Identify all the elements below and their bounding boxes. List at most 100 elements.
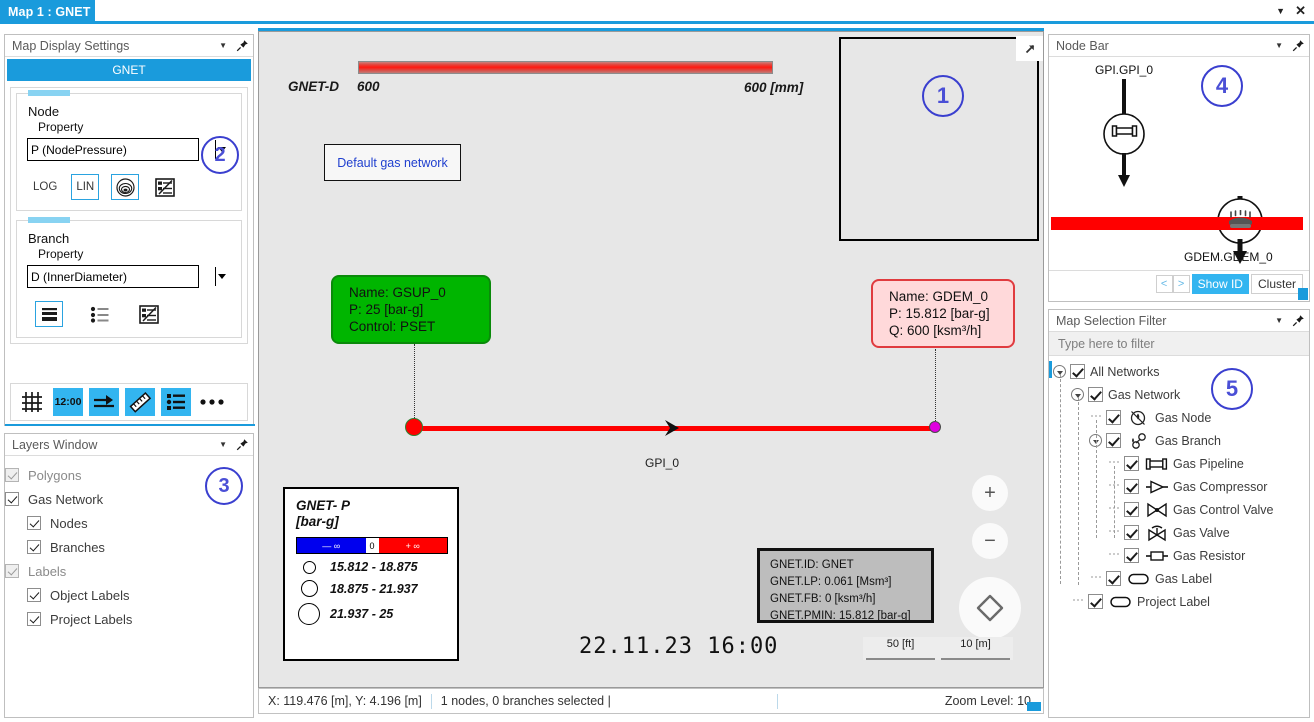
gas-demand-icon (1226, 209, 1255, 239)
branch-legend-settings-icon[interactable] (135, 301, 163, 327)
network-tab-gnet[interactable]: GNET (7, 59, 251, 81)
filter-checkbox[interactable] (1124, 525, 1139, 540)
zoom-out-button[interactable]: − (972, 523, 1008, 559)
layer-checkbox[interactable] (27, 588, 41, 602)
panel-title: Map Selection Filter (1056, 313, 1167, 328)
pin-icon[interactable] (236, 39, 249, 52)
filter-row-gas-network[interactable]: Gas Network (1049, 383, 1309, 406)
layer-row-branches[interactable]: Branches (5, 535, 253, 559)
layer-checkbox[interactable] (5, 468, 19, 482)
layer-row-labels[interactable]: Labels (5, 559, 253, 583)
chevron-down-icon[interactable]: ▼ (1275, 316, 1283, 325)
layer-checkbox[interactable] (27, 516, 41, 530)
map-selection-filter-header: Map Selection Filter ▼ (1049, 310, 1309, 332)
chevron-down-icon (218, 274, 226, 279)
panel-resize-grip[interactable] (1298, 288, 1308, 300)
filter-checkbox[interactable] (1070, 364, 1085, 379)
callout-badge-2: 2 (201, 136, 239, 174)
filter-checkbox[interactable] (1088, 387, 1103, 402)
layer-checkbox[interactable] (27, 540, 41, 554)
filter-row-gas-node[interactable]: Gas Node (1049, 406, 1309, 429)
tab-map-1-gnet[interactable]: Map 1 : GNET (0, 0, 95, 24)
resize-grip[interactable] (1027, 702, 1041, 711)
demand-node-label[interactable]: Name: GDEM_0 P: 15.812 [bar-g] Q: 600 [k… (871, 279, 1015, 348)
node-scale-buttons: LOG LIN (31, 174, 233, 200)
node-property-select[interactable]: P (NodePressure) (27, 138, 199, 161)
filter-input[interactable]: Type here to filter (1049, 332, 1309, 356)
pin-icon[interactable] (236, 438, 249, 451)
branch-property-select[interactable]: D (InnerDiameter) (27, 265, 199, 288)
tree-connector-line (1078, 397, 1079, 585)
node-bar-next-button[interactable]: > (1172, 274, 1190, 293)
close-icon[interactable]: ✕ (1295, 3, 1306, 19)
branch-list-icon[interactable] (85, 301, 113, 327)
filter-checkbox[interactable] (1106, 410, 1121, 425)
map-inset-box[interactable] (839, 37, 1039, 241)
show-id-toggle[interactable]: Show ID (1191, 273, 1249, 294)
branch-thickness-icon[interactable] (35, 301, 63, 327)
filter-checkbox[interactable] (1106, 433, 1121, 448)
log-scale-button[interactable]: LOG (31, 177, 59, 197)
filter-checkbox[interactable] (1088, 594, 1103, 609)
layer-row-object-labels[interactable]: Object Labels (5, 583, 253, 607)
scale-feet-label: 50 [ft] (866, 637, 935, 660)
pan-compass-icon[interactable] (959, 577, 1021, 639)
layer-checkbox[interactable] (5, 492, 19, 506)
filter-row-gas-resistor[interactable]: Gas Resistor (1049, 544, 1309, 567)
filter-checkbox[interactable] (1124, 502, 1139, 517)
legend-list-icon[interactable] (161, 388, 191, 416)
more-options-icon[interactable] (197, 388, 227, 416)
demand-node-marker[interactable] (929, 421, 941, 433)
tree-indent-spacer (1107, 452, 1124, 475)
filter-row-all-networks[interactable]: All Networks (1049, 360, 1309, 383)
layer-checkbox[interactable] (5, 564, 19, 578)
pin-icon[interactable] (1292, 314, 1305, 327)
layer-checkbox[interactable] (27, 612, 41, 626)
legend-ramp-max: + ∞ (378, 538, 447, 553)
filter-row-project-label[interactable]: Project Label (1049, 590, 1309, 613)
filter-row-gas-pipeline[interactable]: Gas Pipeline (1049, 452, 1309, 475)
flow-direction-arrow-icon (661, 418, 685, 443)
node-bar-prev-button[interactable]: < (1155, 274, 1173, 293)
pin-icon[interactable] (1292, 39, 1305, 52)
chevron-down-icon[interactable]: ▼ (219, 41, 227, 50)
node-bar-diagram[interactable]: GPI.GPI_0 GDEM.GDEM_0 4 (1049, 57, 1309, 270)
node-bar-bus[interactable] (1051, 217, 1303, 230)
filter-row-gas-label[interactable]: Gas Label (1049, 567, 1309, 590)
chevron-down-icon[interactable]: ▼ (219, 440, 227, 449)
supply-node-label[interactable]: Name: GSUP_0 P: 25 [bar-g] Control: PSET (331, 275, 491, 344)
flow-arrow-icon[interactable] (89, 388, 119, 416)
filter-checkbox[interactable] (1124, 479, 1139, 494)
supply-node-marker[interactable] (405, 418, 423, 436)
filter-checkbox[interactable] (1124, 456, 1139, 471)
node-legend-settings-icon[interactable] (151, 174, 179, 200)
filter-label: Gas Compressor (1173, 479, 1268, 494)
chevron-down-icon[interactable]: ▼ (1276, 6, 1285, 16)
chevron-down-icon[interactable]: ▼ (1275, 41, 1283, 50)
layer-label: Branches (50, 539, 105, 555)
filter-row-gas-branch[interactable]: Gas Branch (1049, 429, 1309, 452)
map-canvas[interactable]: GNET-D 600 600 [mm] Default gas network (259, 32, 1043, 687)
grid-icon[interactable] (17, 388, 47, 416)
zoom-in-button[interactable]: + (972, 475, 1008, 511)
contour-gradient-icon[interactable] (111, 174, 140, 200)
selection-filter-tree: All Networks Gas Network Gas Node Gas Branc… (1049, 356, 1309, 613)
clock-icon[interactable]: 12:00 (53, 388, 83, 416)
branch-diameter-scalebar (358, 61, 773, 75)
layer-row-nodes[interactable]: Nodes (5, 511, 253, 535)
filter-checkbox[interactable] (1106, 571, 1121, 586)
layer-row-project-labels[interactable]: Project Labels (5, 607, 253, 631)
filter-label: Project Label (1137, 594, 1210, 609)
filter-row-gas-valve[interactable]: Gas Valve (1049, 521, 1309, 544)
filter-checkbox[interactable] (1124, 548, 1139, 563)
node-bar-panel: Node Bar ▼ GPI.GPI_0 GDEM.GDEM_0 4 < > S… (1048, 34, 1310, 302)
popout-arrow-icon[interactable] (1016, 36, 1043, 61)
ruler-icon[interactable] (125, 388, 155, 416)
cluster-toggle[interactable]: Cluster (1250, 273, 1303, 294)
project-label-default-gas-network[interactable]: Default gas network (324, 144, 461, 181)
filter-row-gas-compressor[interactable]: Gas Compressor (1049, 475, 1309, 498)
map-panel[interactable]: GNET-D 600 600 [mm] Default gas network (258, 31, 1044, 688)
panel-title: Map Display Settings (12, 38, 130, 53)
lin-scale-button[interactable]: LIN (71, 174, 100, 200)
filter-row-gas-control-valve[interactable]: Gas Control Valve (1049, 498, 1309, 521)
